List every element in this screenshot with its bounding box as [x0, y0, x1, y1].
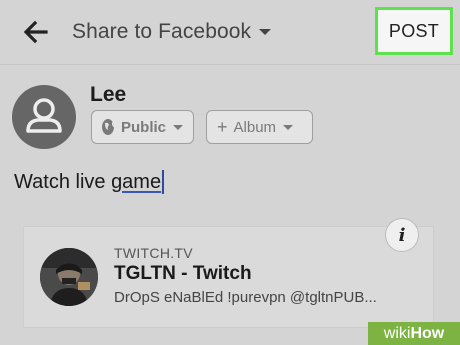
- back-button[interactable]: [20, 16, 52, 48]
- chevron-down-icon: [259, 29, 272, 35]
- avatar-placeholder-icon: [26, 98, 62, 133]
- audience-selector[interactable]: Public: [91, 110, 194, 144]
- link-thumbnail: [40, 248, 98, 306]
- status-input[interactable]: Watch live game: [14, 170, 165, 194]
- text-caret: [162, 170, 165, 194]
- status-text: Watch live: [14, 170, 112, 193]
- avatar[interactable]: [12, 85, 76, 149]
- watermark-how: How: [410, 324, 445, 342]
- link-preview-card[interactable]: i TWITCH.TV TGLTN - Twitch DrOpS eNaBlEd…: [23, 218, 434, 328]
- app-bar: Share to Facebook POST: [0, 0, 460, 64]
- share-target-label: Share to Facebook: [72, 20, 252, 43]
- album-label: Album: [233, 118, 277, 136]
- share-target-dropdown[interactable]: Share to Facebook: [72, 18, 272, 46]
- status-text-autocorrect: game: [111, 170, 162, 193]
- audience-label: Public: [120, 118, 166, 136]
- chevron-down-icon: [173, 124, 183, 130]
- album-selector[interactable]: + Album: [206, 110, 313, 144]
- post-button[interactable]: POST: [375, 7, 453, 55]
- watermark-wiki: wiki: [383, 324, 411, 342]
- header-divider: [0, 64, 460, 65]
- plus-icon: +: [217, 116, 228, 137]
- post-button-label: POST: [388, 20, 440, 41]
- user-name: Lee: [90, 83, 127, 106]
- info-icon: i: [398, 224, 406, 246]
- link-title: TGLTN - Twitch: [114, 263, 252, 284]
- chevron-down-icon: [283, 124, 294, 130]
- link-domain: TWITCH.TV: [114, 245, 193, 261]
- wikihow-watermark: wiki How: [368, 322, 460, 345]
- globe-icon: [102, 119, 114, 135]
- info-button[interactable]: i: [385, 218, 419, 252]
- link-description: DrOpS eNaBlEd !purevpn @tgltnPUB...: [114, 289, 377, 306]
- back-arrow-icon: [23, 20, 48, 44]
